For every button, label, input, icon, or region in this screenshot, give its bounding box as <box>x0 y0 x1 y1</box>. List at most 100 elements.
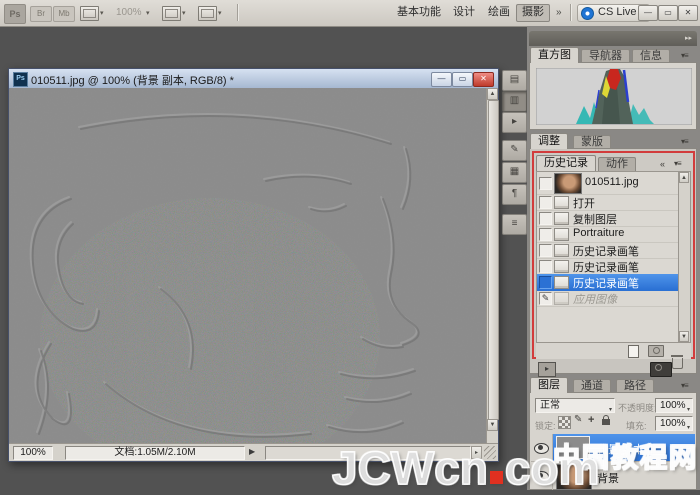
histogram-tab-row: 直方图 导航器 信息 ▾≡ <box>529 47 697 63</box>
document-minimize-button[interactable]: — <box>431 72 452 87</box>
bridge-button[interactable]: Br <box>30 6 52 22</box>
app-close-button[interactable]: ✕ <box>678 5 698 21</box>
history-brush-source-well[interactable] <box>539 212 552 225</box>
new-snapshot-icon[interactable] <box>648 345 664 357</box>
history-brush-source-well[interactable] <box>539 276 552 289</box>
collapsed-panel-icon[interactable]: ▸ <box>502 112 527 133</box>
history-row-duplicate-layer[interactable]: 复制图层 <box>537 210 680 227</box>
screen-mode-dropdown-arrow[interactable]: ▾ <box>218 9 222 17</box>
workspace-design[interactable]: 设计 <box>448 4 480 20</box>
scroll-up-icon[interactable]: ▲ <box>487 88 498 100</box>
camera-icon[interactable] <box>650 362 672 377</box>
document-window: Ps 010511.jpg @ 100% (背景 副本, RGB/8) * — … <box>8 68 499 462</box>
history-row-history-brush[interactable]: 历史记录画笔 <box>537 242 680 259</box>
history-state-icon <box>554 292 569 305</box>
history-state-icon <box>554 212 569 225</box>
history-row-portraiture[interactable]: Portraiture <box>537 226 680 243</box>
document-maximize-button[interactable]: ▭ <box>452 72 473 87</box>
scroll-up-icon[interactable]: ▲ <box>679 172 689 183</box>
new-document-from-state-icon[interactable] <box>628 345 639 358</box>
arrange-documents-glyph <box>165 9 178 18</box>
history-brush-source-well[interactable] <box>539 196 552 209</box>
canvas-image[interactable] <box>10 88 486 443</box>
tab-navigator[interactable]: 导航器 <box>581 49 630 63</box>
vertical-scrollbar[interactable]: ▲ ▼ <box>486 88 498 443</box>
app-restore-button[interactable]: ▭ <box>658 5 678 21</box>
arrange-documents-icon[interactable] <box>162 6 181 21</box>
history-brush-source-icon[interactable]: ✎ <box>539 292 552 305</box>
workspace-painting[interactable]: 绘画 <box>483 4 515 20</box>
history-step-label: 历史记录画笔 <box>573 275 639 291</box>
vertical-scrollbar-thumb[interactable] <box>488 100 499 420</box>
history-row-history-brush[interactable]: 历史记录画笔 <box>537 258 680 275</box>
history-step-label: 复制图层 <box>573 211 617 227</box>
tab-actions[interactable]: 动作 <box>598 157 636 171</box>
view-extras-icon[interactable] <box>80 6 99 21</box>
tab-paths[interactable]: 路径 <box>616 379 654 393</box>
status-zoom-field[interactable]: 100% <box>13 446 53 460</box>
opacity-select[interactable]: 100% ▾ <box>655 398 693 413</box>
history-brush-source-well[interactable] <box>539 260 552 273</box>
dock-collapse-bar[interactable]: ▸▸ <box>529 31 697 46</box>
tab-layers[interactable]: 图层 <box>530 377 568 393</box>
fill-select[interactable]: 100% ▾ <box>655 416 693 431</box>
document-title-bar[interactable]: Ps 010511.jpg @ 100% (背景 副本, RGB/8) * — … <box>9 69 498 89</box>
zoom-level-value[interactable]: 100% <box>116 7 142 18</box>
mini-bridge-button[interactable]: Mb <box>53 6 75 22</box>
history-button-bar <box>536 343 691 359</box>
zoom-level-dropdown-arrow[interactable]: ▾ <box>146 9 150 17</box>
panel-menu-icon[interactable]: ▾≡ <box>674 159 681 168</box>
history-row-apply-image-disabled[interactable]: ✎ 应用图像 <box>537 290 680 307</box>
status-flyout-icon[interactable]: ▶ <box>249 447 255 456</box>
workspace-photography[interactable]: 摄影 <box>516 4 550 22</box>
collapsed-panel-icon[interactable]: ≡ <box>502 214 527 235</box>
tab-histogram[interactable]: 直方图 <box>530 47 579 63</box>
snapshot-thumbnail[interactable] <box>554 173 582 194</box>
adjustments-tab-row: 调整 蒙版 ▾≡ <box>529 133 697 149</box>
photoshop-logo: Ps <box>4 4 26 24</box>
collapsed-panel-icon[interactable]: ▸ <box>538 362 556 377</box>
lock-all-icon[interactable] <box>602 419 610 425</box>
tab-info[interactable]: 信息 <box>632 49 670 63</box>
view-extras-dropdown-arrow[interactable]: ▾ <box>100 9 104 17</box>
lock-position-icon[interactable]: + <box>588 414 594 426</box>
app-minimize-button[interactable]: — <box>638 5 658 21</box>
collapsed-panel-icon[interactable]: ▤ <box>502 70 527 91</box>
workspace-overflow-chevrons[interactable]: » <box>556 7 562 18</box>
blend-mode-select[interactable]: 正常 ▾ <box>535 398 615 413</box>
document-close-button[interactable]: ✕ <box>473 72 494 87</box>
history-brush-source-well[interactable] <box>539 228 552 241</box>
arrange-documents-dropdown-arrow[interactable]: ▾ <box>182 9 186 17</box>
workspace-essentials[interactable]: 基本功能 <box>392 4 446 20</box>
lock-image-pixels-icon[interactable]: ✎ <box>574 414 582 425</box>
screen-mode-glyph <box>201 9 214 18</box>
fill-label: 填充: <box>626 419 647 432</box>
panel-menu-icon[interactable]: ▾≡ <box>681 381 688 390</box>
delete-state-icon[interactable] <box>672 358 683 369</box>
collapsed-panel-icon[interactable]: ✎ <box>502 140 527 161</box>
history-brush-source-well[interactable] <box>539 244 552 257</box>
fill-value: 100% <box>660 418 686 429</box>
tab-channels[interactable]: 通道 <box>573 379 611 393</box>
collapsed-panel-icon[interactable]: ¶ <box>502 184 527 205</box>
cs-live-icon <box>581 7 594 20</box>
panel-menu-icon[interactable]: ▾≡ <box>681 51 688 60</box>
tab-adjustments[interactable]: 调整 <box>530 133 568 149</box>
history-brush-source-well[interactable] <box>539 177 552 190</box>
document-title: 010511.jpg @ 100% (背景 副本, RGB/8) * <box>31 72 234 88</box>
history-scrollbar[interactable]: ▲ ▼ <box>678 172 690 342</box>
tab-history[interactable]: 历史记录 <box>536 155 596 171</box>
scroll-down-icon[interactable]: ▼ <box>679 331 689 342</box>
collapsed-panel-icon-active[interactable]: ▥ <box>502 91 527 112</box>
screen-mode-icon[interactable] <box>198 6 217 21</box>
collapsed-panel-icon[interactable]: ▦ <box>502 162 527 183</box>
panel-menu-icon[interactable]: ▾≡ <box>681 137 688 146</box>
tab-masks[interactable]: 蒙版 <box>573 135 611 149</box>
history-row-history-brush-selected[interactable]: 历史记录画笔 <box>537 274 680 291</box>
lock-transparent-pixels-icon[interactable] <box>558 416 571 429</box>
scroll-down-icon[interactable]: ▼ <box>487 419 498 431</box>
history-collapse-icon[interactable]: « <box>660 159 664 169</box>
history-row-open[interactable]: 打开 <box>537 194 680 211</box>
application-bar: Ps Br Mb ▾ 100% ▾ ▾ ▾ 基本功能 设计 绘画 摄影 » CS… <box>0 0 700 27</box>
history-snapshot-row[interactable]: 010511.jpg <box>537 172 680 195</box>
